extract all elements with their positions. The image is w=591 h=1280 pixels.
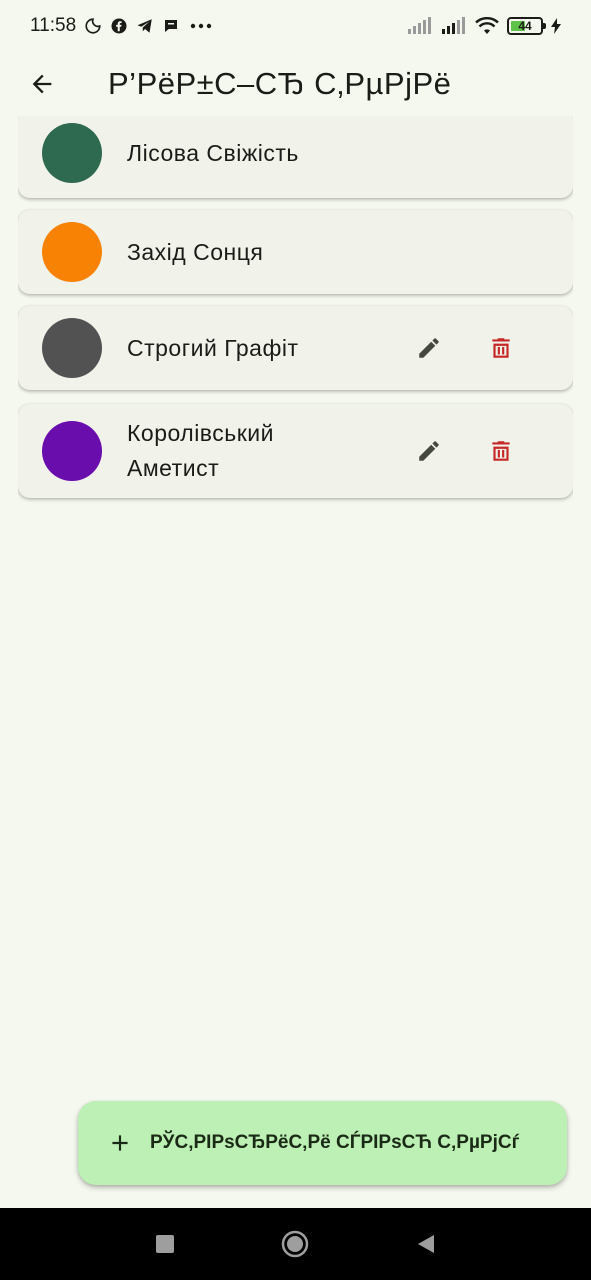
more-dots-icon — [188, 17, 214, 35]
nav-back-button[interactable] — [398, 1216, 454, 1272]
trash-icon — [488, 335, 514, 361]
status-time: 11:58 — [30, 15, 77, 36]
card-actions — [405, 324, 525, 372]
status-left: 11:58 — [30, 15, 214, 37]
chat-bubble-icon — [162, 17, 180, 35]
theme-card[interactable]: Лісова Свіжість — [18, 116, 573, 198]
theme-list: Лісова Свіжість Захід Сонця Строгий Граф… — [18, 116, 573, 1096]
battery-icon: 44 — [507, 17, 546, 35]
page-title: Р’РёР±С–СЂ С‚РµРјРё — [108, 66, 452, 101]
trash-icon — [488, 438, 514, 464]
charging-bolt-icon — [551, 18, 561, 34]
delete-button[interactable] — [477, 324, 525, 372]
moon-icon — [84, 17, 102, 35]
edit-button[interactable] — [405, 324, 453, 372]
wifi-icon — [475, 17, 499, 35]
pencil-icon — [416, 335, 442, 361]
color-swatch — [42, 318, 102, 378]
card-actions — [405, 427, 525, 475]
theme-card[interactable]: Королівський Аметист — [18, 404, 573, 498]
recents-button[interactable] — [137, 1216, 193, 1272]
back-triangle-icon — [415, 1233, 437, 1255]
delete-button[interactable] — [477, 427, 525, 475]
arrow-back-icon — [28, 70, 56, 98]
recents-square-icon — [155, 1234, 175, 1254]
theme-label: Королівський Аметист — [127, 420, 274, 481]
theme-label: Лісова Свіжість — [127, 139, 299, 166]
theme-card[interactable]: Строгий Графіт — [18, 306, 573, 390]
create-theme-label: РЎС‚РІРѕСЂРёС‚Рё СЃРІРѕСЋ С‚РµРјСѓ — [150, 1132, 520, 1153]
system-nav-bar — [0, 1208, 591, 1280]
color-swatch — [42, 421, 102, 481]
pencil-icon — [416, 438, 442, 464]
theme-label: Строгий Графіт — [127, 334, 299, 361]
app-bar: Р’РёР±С–СЂ С‚РµРјРё — [0, 52, 591, 116]
status-bar: 11:58 44 — [0, 0, 591, 52]
color-swatch — [42, 222, 102, 282]
status-right: 44 — [407, 17, 561, 35]
edit-button[interactable] — [405, 427, 453, 475]
battery-level: 44 — [518, 19, 532, 33]
back-button[interactable] — [18, 60, 66, 108]
theme-label: Захід Сонця — [127, 238, 264, 265]
theme-card[interactable]: Захід Сонця — [18, 210, 573, 294]
home-circle-icon — [281, 1230, 309, 1258]
plus-icon — [106, 1129, 134, 1157]
color-swatch — [42, 123, 102, 183]
telegram-icon — [136, 17, 154, 35]
signal-icon — [441, 17, 467, 35]
home-button[interactable] — [267, 1216, 323, 1272]
create-theme-button[interactable]: РЎС‚РІРѕСЂРёС‚Рё СЃРІРѕСЋ С‚РµРјСѓ — [78, 1101, 567, 1185]
facebook-icon — [110, 17, 128, 35]
signal-icon — [407, 17, 433, 35]
